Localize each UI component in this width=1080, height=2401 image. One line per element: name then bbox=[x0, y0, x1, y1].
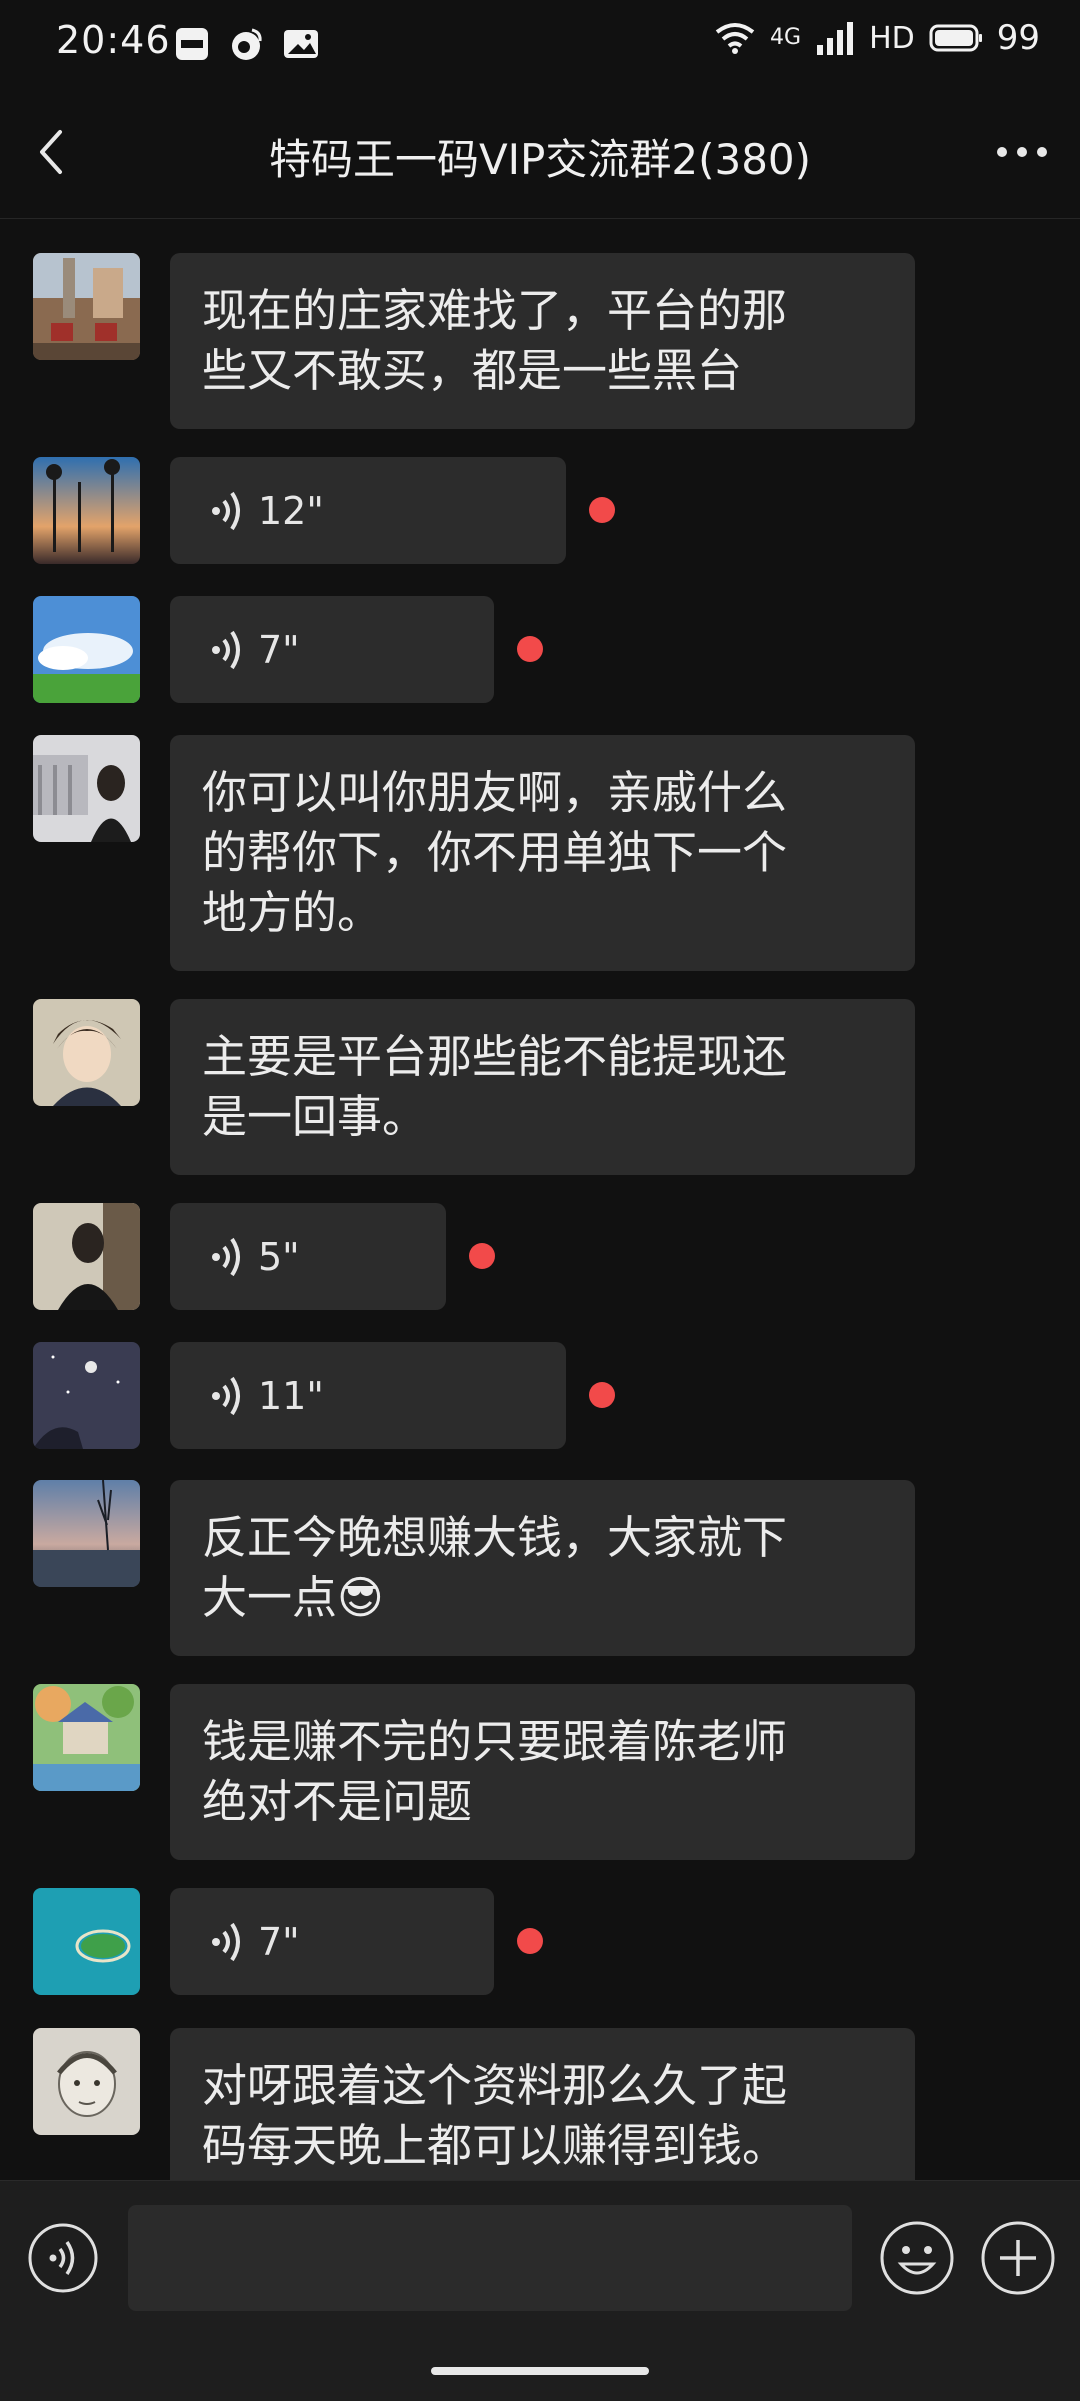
home-indicator[interactable] bbox=[431, 2367, 649, 2375]
avatar[interactable] bbox=[33, 596, 140, 703]
voice-wave-icon bbox=[212, 491, 240, 530]
unread-dot bbox=[517, 1928, 543, 1954]
hd-label: HD bbox=[869, 20, 915, 56]
avatar[interactable] bbox=[33, 735, 140, 842]
chevron-left-icon[interactable] bbox=[26, 120, 86, 184]
avatar[interactable] bbox=[33, 1888, 140, 1995]
status-right: 4G HD 99 bbox=[714, 18, 1040, 58]
signal-icon bbox=[817, 22, 854, 55]
voice-wave-icon bbox=[212, 1376, 240, 1415]
voice-wave-icon bbox=[212, 630, 240, 669]
gallery-icon bbox=[284, 30, 318, 58]
voice-message[interactable]: 7" bbox=[170, 1888, 494, 1995]
message-bubble[interactable]: 对呀跟着这个资料那么久了起 码每天晚上都可以赚得到钱。 bbox=[170, 2028, 915, 2180]
wifi-icon bbox=[715, 23, 755, 54]
avatar[interactable] bbox=[33, 1203, 140, 1310]
message-bubble[interactable]: 钱是赚不完的只要跟着陈老师 绝对不是问题 bbox=[170, 1684, 915, 1860]
weibo-icon bbox=[232, 28, 262, 60]
chat-title: 特码王一码VIP交流群2(380) bbox=[268, 135, 812, 184]
avatar[interactable] bbox=[33, 1684, 140, 1791]
input-bar bbox=[0, 2180, 1080, 2401]
voice-toggle-icon[interactable] bbox=[27, 2222, 99, 2294]
unread-dot bbox=[517, 636, 543, 662]
voice-duration: 7" bbox=[258, 627, 300, 672]
message-bubble[interactable]: 你可以叫你朋友啊，亲戚什么 的帮你下，你不用单独下一个 地方的。 bbox=[170, 735, 915, 971]
emoji-icon[interactable] bbox=[879, 2220, 955, 2296]
message-bubble[interactable]: 反正今晚想赚大钱，大家就下 大一点😎 bbox=[170, 1480, 915, 1656]
voice-duration: 12" bbox=[258, 488, 324, 533]
voice-duration: 5" bbox=[258, 1234, 300, 1279]
voice-wave-icon bbox=[212, 1922, 240, 1961]
voice-wave-icon bbox=[212, 1237, 240, 1276]
message-bubble[interactable]: 现在的庄家难找了，平台的那 些又不敢买，都是一些黑台 bbox=[170, 253, 915, 429]
message-list[interactable]: 现在的庄家难找了，平台的那 些又不敢买，都是一些黑台 12" 7" 你可以叫你朋… bbox=[0, 218, 1080, 2180]
plus-icon[interactable] bbox=[980, 2220, 1056, 2296]
avatar[interactable] bbox=[33, 1342, 140, 1449]
voice-message[interactable]: 7" bbox=[170, 596, 494, 703]
network-type: 4G bbox=[770, 27, 801, 49]
status-time: 20:46 bbox=[56, 18, 171, 62]
avatar[interactable] bbox=[33, 2028, 140, 2135]
unread-dot bbox=[589, 497, 615, 523]
avatar[interactable] bbox=[33, 457, 140, 564]
voice-duration: 11" bbox=[258, 1373, 324, 1418]
avatar[interactable] bbox=[33, 999, 140, 1106]
message-input[interactable] bbox=[128, 2205, 852, 2311]
message-bubble[interactable]: 主要是平台那些能不能提现还 是一回事。 bbox=[170, 999, 915, 1175]
avatar[interactable] bbox=[33, 253, 140, 360]
battery-level: 99 bbox=[996, 18, 1040, 58]
status-bar: 20:46 4G HD 99 bbox=[0, 0, 1080, 88]
voice-message[interactable]: 12" bbox=[170, 457, 566, 564]
unread-dot bbox=[469, 1243, 495, 1269]
xiaohongshu-icon bbox=[176, 28, 208, 60]
network-type-label: 4G bbox=[770, 25, 802, 50]
voice-message[interactable]: 11" bbox=[170, 1342, 566, 1449]
battery-icon bbox=[929, 24, 982, 52]
avatar[interactable] bbox=[33, 1480, 140, 1587]
unread-dot bbox=[589, 1382, 615, 1408]
more-dots-icon[interactable] bbox=[992, 132, 1052, 172]
voice-message[interactable]: 5" bbox=[170, 1203, 446, 1310]
voice-duration: 7" bbox=[258, 1919, 300, 1964]
message-text: 反正今晚想赚大钱，大家就下 大一点😎 bbox=[202, 1511, 788, 1624]
chat-header: 特码王一码VIP交流群2(380) bbox=[0, 88, 1080, 219]
